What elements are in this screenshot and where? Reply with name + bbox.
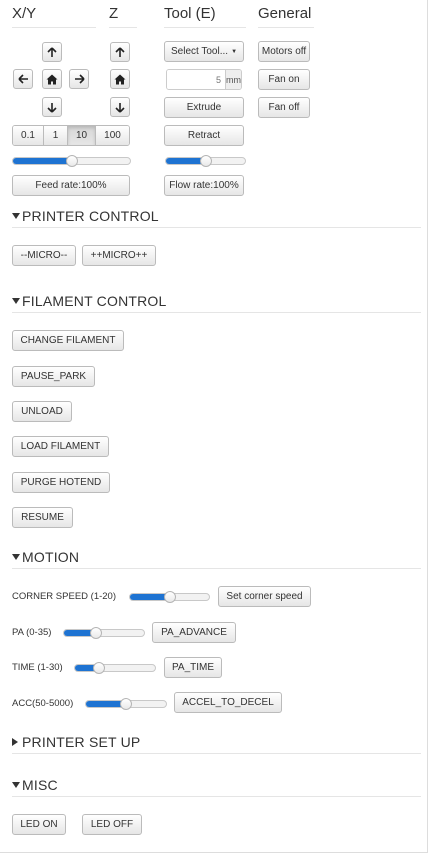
home-xy-button[interactable] [42,69,62,89]
step-option[interactable]: 0.1 [13,126,44,145]
arrow-up-icon [47,46,57,57]
flow-rate-button[interactable]: Flow rate:100% [164,175,244,196]
arrow-left-icon [17,74,28,84]
pa-slider-handle[interactable] [90,627,102,639]
printer-control-title: PRINTER CONTROL [22,208,159,224]
time-label: TIME (1-30) [12,662,63,673]
pa-slider[interactable] [63,627,145,639]
jog-step-selector: 0.1 1 10 100 [12,125,130,146]
pa-label: PA (0-35) [12,627,52,638]
pa-time-button[interactable]: PA_TIME [164,657,222,678]
acc-slider-handle[interactable] [120,698,132,710]
home-icon [46,74,58,84]
step-option-active[interactable]: 10 [68,126,96,145]
column-header-z: Z [109,5,137,28]
corner-speed-slider[interactable] [129,591,210,603]
home-z-button[interactable] [110,69,130,89]
micro-down-button[interactable]: --MICRO-- [12,245,76,266]
jog-y-plus-button[interactable] [42,42,62,62]
feed-rate-slider-fill [13,158,72,164]
flow-rate-slider-handle[interactable] [199,155,212,167]
pa-advance-button[interactable]: PA_ADVANCE [152,622,236,643]
motors-off-button[interactable]: Motors off [258,41,310,62]
resume-button[interactable]: RESUME [12,507,73,528]
corner-speed-slider-handle[interactable] [163,591,176,603]
select-tool-label: Select Tool... [170,46,229,57]
jog-z-plus-button[interactable] [110,42,130,62]
extrude-amount-group: mm [166,69,242,90]
retract-button[interactable]: Retract [164,125,244,146]
caret-down-icon [12,298,22,304]
step-option[interactable]: 100 [96,126,129,145]
led-on-button[interactable]: LED ON [12,814,66,835]
column-header-z-label: Z [109,5,119,22]
column-header-general-label: General [258,5,312,22]
extrude-amount-unit: mm [225,70,241,89]
select-tool-dropdown[interactable]: Select Tool... ▼ [164,41,244,62]
extrude-amount-input[interactable] [167,70,225,89]
feed-rate-button[interactable]: Feed rate:100% [12,175,130,196]
misc-header[interactable]: MISC [12,774,421,797]
time-slider[interactable] [74,662,156,674]
jog-x-plus-button[interactable] [69,69,89,89]
misc-title: MISC [22,777,58,793]
fan-off-button[interactable]: Fan off [258,97,310,118]
jog-z-minus-button[interactable] [110,97,130,117]
load-filament-button[interactable]: LOAD FILAMENT [12,436,109,457]
set-corner-speed-button[interactable]: Set corner speed [218,586,311,607]
arrow-down-icon [115,102,125,113]
arrow-right-icon [74,74,85,84]
filament-control-title: FILAMENT CONTROL [22,293,167,309]
printer-control-header[interactable]: PRINTER CONTROL [12,205,421,228]
caret-down-icon [12,213,22,219]
caret-right-icon [12,738,22,746]
printer-setup-header[interactable]: PRINTER SET UP [12,731,421,754]
home-icon [114,74,126,84]
column-header-general: General [258,5,314,28]
column-header-tool-label: Tool (E) [164,5,216,22]
column-header-xy-label: X/Y [12,5,37,22]
jog-x-minus-button[interactable] [13,69,33,89]
time-slider-handle[interactable] [93,662,105,674]
pause-park-button[interactable]: PAUSE_PARK [12,366,95,387]
feed-rate-slider-handle[interactable] [65,155,78,167]
acc-label: ACC(50-5000) [12,698,74,709]
purge-hotend-button[interactable]: PURGE HOTEND [12,472,110,493]
jog-y-minus-button[interactable] [42,97,62,117]
column-header-tool: Tool (E) [164,5,246,28]
caret-down-icon: ▼ [231,48,238,55]
change-filament-button[interactable]: CHANGE FILAMENT [12,330,124,351]
accel-to-decel-button[interactable]: ACCEL_TO_DECEL [174,692,282,713]
unload-button[interactable]: UNLOAD [12,401,72,422]
filament-control-header[interactable]: FILAMENT CONTROL [12,290,421,313]
flow-rate-slider[interactable] [165,155,246,167]
corner-speed-label: CORNER SPEED (1-20) [12,591,116,602]
column-header-xy: X/Y [12,5,96,28]
fan-on-button[interactable]: Fan on [258,69,310,90]
step-option[interactable]: 1 [44,126,68,145]
micro-up-button[interactable]: ++MICRO++ [82,245,156,266]
led-off-button[interactable]: LED OFF [82,814,142,835]
arrow-down-icon [47,102,57,113]
printer-setup-title: PRINTER SET UP [22,734,141,750]
extrude-button[interactable]: Extrude [164,97,244,118]
acc-slider[interactable] [85,698,167,710]
caret-down-icon [12,782,22,788]
motion-header[interactable]: MOTION [12,546,421,569]
feed-rate-slider[interactable] [12,155,131,167]
motion-title: MOTION [22,549,80,565]
caret-down-icon [12,554,22,560]
arrow-up-icon [115,46,125,57]
